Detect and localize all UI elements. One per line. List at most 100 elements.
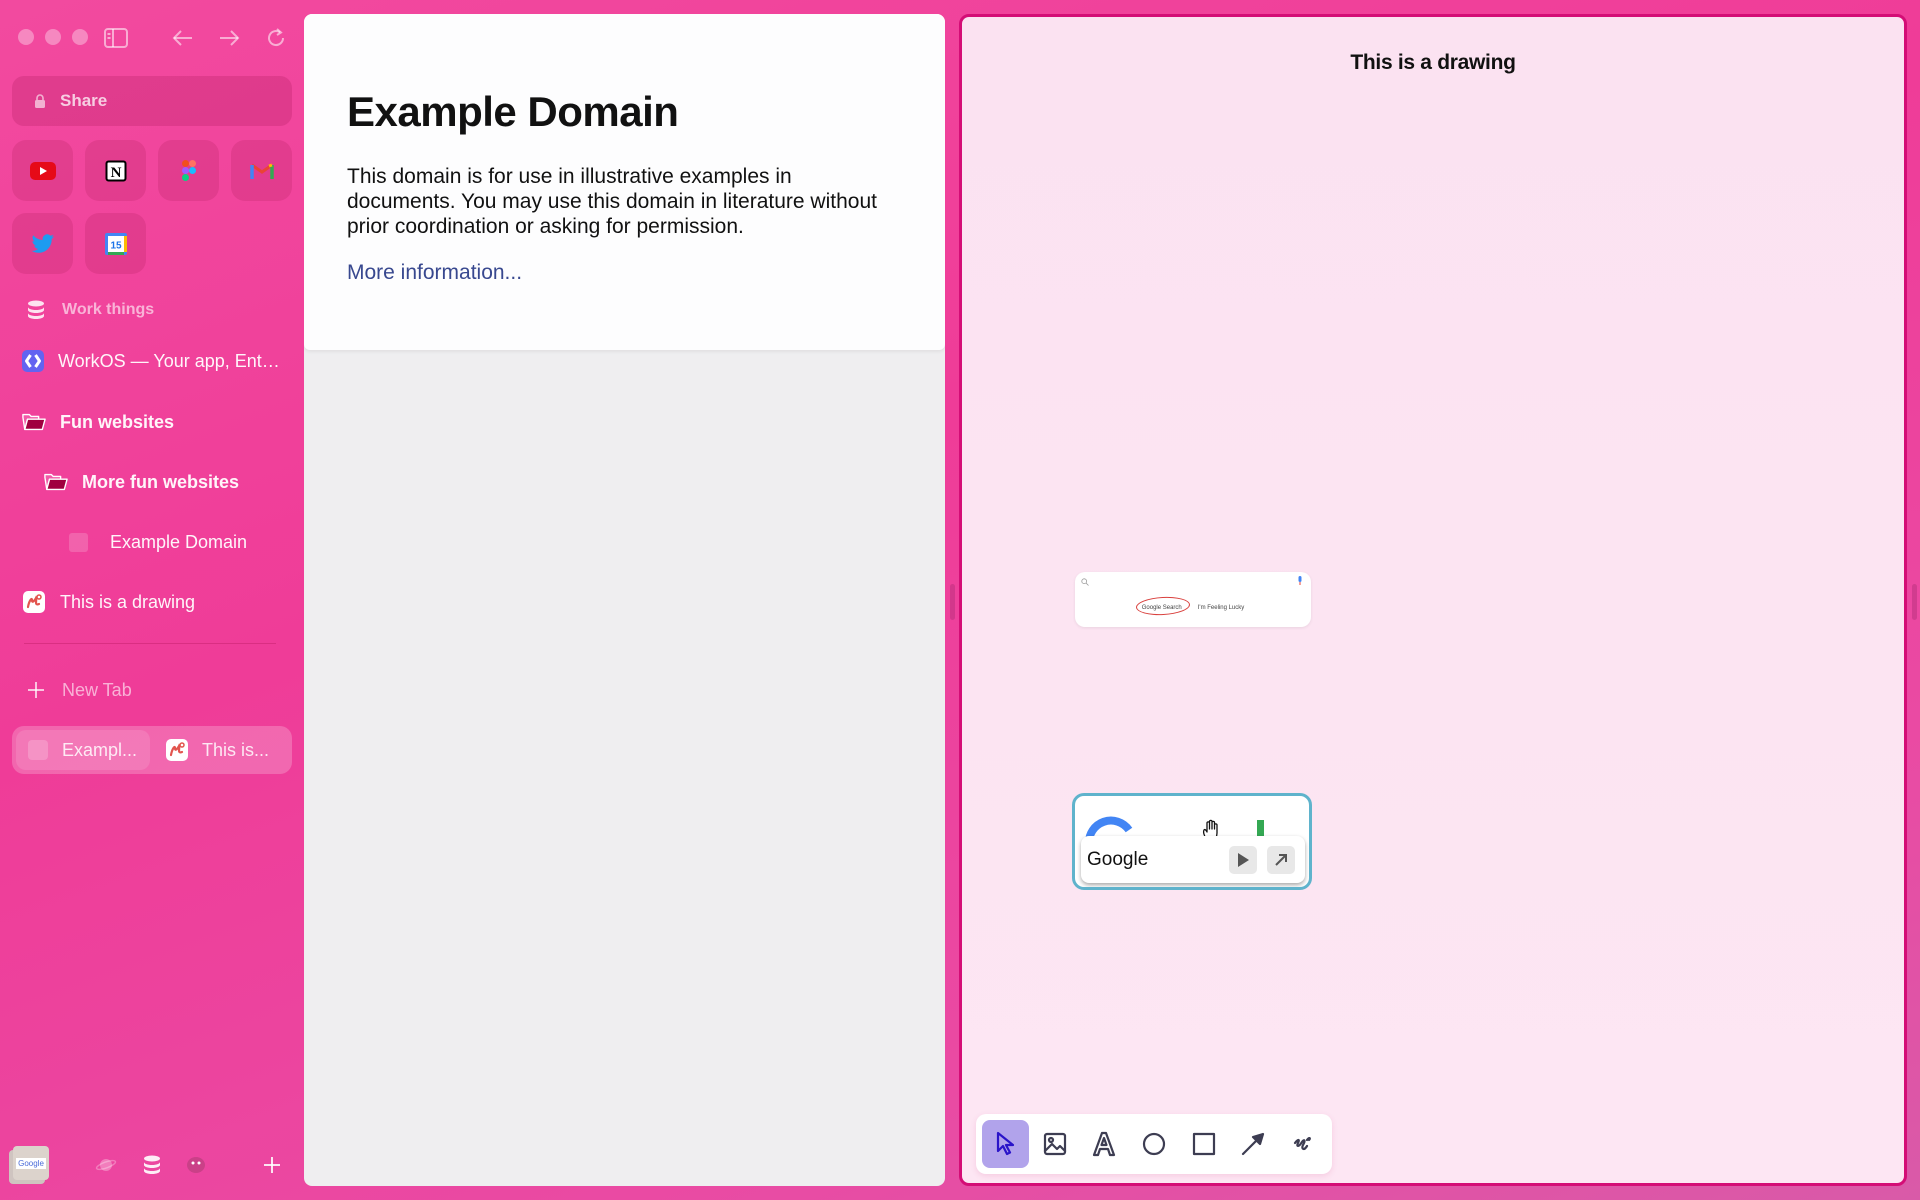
page-paragraph: This domain is for use in illustrative e… xyxy=(347,165,877,238)
sidebar-item-label: WorkOS — Your app, Enterprise Ready xyxy=(58,350,282,371)
new-tab-label: New Tab xyxy=(62,679,132,700)
sidebar-item-drawing[interactable]: This is a drawing xyxy=(22,582,282,622)
sidebar-item-label: Example Domain xyxy=(110,531,248,552)
emoji-face-icon xyxy=(187,1157,205,1173)
circle-icon xyxy=(1142,1132,1166,1156)
preview-label: Google xyxy=(16,1157,46,1169)
minimize-window-button[interactable] xyxy=(45,29,61,45)
page-placeholder-icon xyxy=(28,740,48,760)
youtube-icon xyxy=(29,161,56,180)
lock-icon xyxy=(35,94,45,108)
reload-icon xyxy=(268,28,285,47)
svg-text:15: 15 xyxy=(110,240,122,251)
tool-ellipse[interactable] xyxy=(1131,1120,1178,1168)
sidebar-folder-fun-websites[interactable]: Fun websites xyxy=(22,402,282,442)
tool-rectangle[interactable] xyxy=(1180,1120,1227,1168)
split-tab-example[interactable]: Exampl... xyxy=(16,730,150,770)
sidebar-item-label: More fun websites xyxy=(82,471,240,492)
figma-icon xyxy=(181,160,196,181)
drawn-ellipse-annotation[interactable] xyxy=(1135,595,1191,617)
close-window-button[interactable] xyxy=(18,29,34,45)
database-icon xyxy=(24,298,48,322)
split-resize-handle-right[interactable] xyxy=(1912,584,1917,620)
favorite-youtube[interactable] xyxy=(12,140,73,201)
favorite-gmail[interactable] xyxy=(231,140,292,201)
planet-icon xyxy=(95,1159,117,1171)
drawing-app-icon xyxy=(22,590,46,614)
sidebar-divider xyxy=(24,643,276,644)
split-pane-left: Example Domain This domain is for use in… xyxy=(304,14,945,1186)
zoom-window-button[interactable] xyxy=(72,29,88,45)
split-view-tab-group: Exampl... This is... xyxy=(12,726,292,774)
twitter-icon xyxy=(31,233,54,253)
feeling-lucky-button: I'm Feeling Lucky xyxy=(1197,605,1245,611)
tool-draw[interactable] xyxy=(1279,1120,1326,1168)
favorite-figma[interactable] xyxy=(158,140,219,201)
back-button[interactable] xyxy=(169,24,197,52)
microphone-icon xyxy=(1298,576,1302,585)
open-link-button[interactable] xyxy=(1267,845,1295,874)
tool-arrow[interactable] xyxy=(1230,1120,1277,1168)
calendar-icon: 15 xyxy=(104,232,127,255)
tool-text[interactable] xyxy=(1081,1120,1128,1168)
sidebar-item-example-domain[interactable]: Example Domain xyxy=(66,522,286,562)
square-icon xyxy=(1192,1132,1215,1156)
sidebar: Share N 15 Work things WorkOS — Your app… xyxy=(0,0,304,1200)
sidebar-icon xyxy=(104,28,128,48)
sidebar-folder-more-fun-websites[interactable]: More fun websites xyxy=(44,462,284,502)
canvas-snippet-google-logo[interactable]: Google xyxy=(1072,793,1312,890)
drawing-app-icon xyxy=(166,739,188,761)
web-page-content: Example Domain This domain is for use in… xyxy=(304,14,945,350)
canvas-snippet-search[interactable]: Google Search I'm Feeling Lucky xyxy=(1075,572,1311,627)
arrow-left-icon xyxy=(172,30,192,46)
url-bar[interactable]: Share xyxy=(12,76,292,126)
svg-text:N: N xyxy=(110,165,121,181)
sidebar-toggle-button[interactable] xyxy=(102,24,130,52)
text-icon xyxy=(1093,1131,1116,1157)
favorite-twitter[interactable] xyxy=(12,213,73,274)
sidebar-item-label: Fun websites xyxy=(60,411,175,432)
window-controls xyxy=(18,29,88,45)
split-pane-right-drawing: This is a drawing Google Search I'm Feel… xyxy=(959,14,1907,1186)
sidebar-item-workos[interactable]: WorkOS — Your app, Enterprise Ready xyxy=(22,341,282,381)
favorite-notion[interactable]: N xyxy=(85,140,146,201)
plus-icon xyxy=(24,678,48,702)
library-preview-thumbnail: Google xyxy=(7,1144,49,1186)
sidebar-bottom-bar: Google xyxy=(0,1145,304,1190)
arrow-right-icon xyxy=(220,30,240,46)
tool-image[interactable] xyxy=(1032,1120,1079,1168)
drawing-title[interactable]: This is a drawing xyxy=(962,51,1904,75)
favorites-grid: N 15 xyxy=(12,140,292,274)
link-label-popover: Google xyxy=(1081,836,1305,883)
folder-open-icon xyxy=(22,410,46,434)
drawing-toolbar xyxy=(976,1114,1332,1174)
page-heading: Example Domain xyxy=(347,88,679,135)
section-work-things[interactable]: Work things xyxy=(24,290,294,330)
image-icon xyxy=(1043,1132,1066,1156)
favorite-calendar[interactable]: 15 xyxy=(85,213,146,274)
workos-icon xyxy=(22,349,44,373)
play-button[interactable] xyxy=(1229,845,1257,874)
search-buttons: Google Search I'm Feeling Lucky xyxy=(1075,605,1311,611)
more-information-link[interactable]: More information... xyxy=(347,261,522,284)
link-label-text[interactable]: Google xyxy=(1087,849,1229,871)
arrow-icon xyxy=(1242,1132,1265,1156)
plus-icon xyxy=(264,1157,280,1173)
sidebar-item-label: This is a drawing xyxy=(60,591,196,612)
new-tab-button[interactable]: New Tab xyxy=(24,670,224,710)
url-bar-label: Share xyxy=(60,91,108,110)
split-tab-drawing[interactable]: This is... xyxy=(154,730,288,770)
search-icon xyxy=(1081,578,1089,586)
space-button-emoji[interactable] xyxy=(178,1145,214,1185)
space-button-work[interactable] xyxy=(134,1145,170,1185)
folder-open-icon xyxy=(44,470,68,494)
notion-icon: N xyxy=(105,160,126,181)
new-space-button[interactable] xyxy=(254,1145,290,1185)
section-title: Work things xyxy=(62,301,155,318)
space-button-planet[interactable] xyxy=(88,1145,124,1185)
forward-button[interactable] xyxy=(215,24,243,52)
library-preview-button[interactable]: Google xyxy=(6,1145,50,1185)
split-resize-handle-left[interactable] xyxy=(950,584,955,620)
tool-select[interactable] xyxy=(982,1120,1029,1168)
reload-button[interactable] xyxy=(262,24,290,52)
